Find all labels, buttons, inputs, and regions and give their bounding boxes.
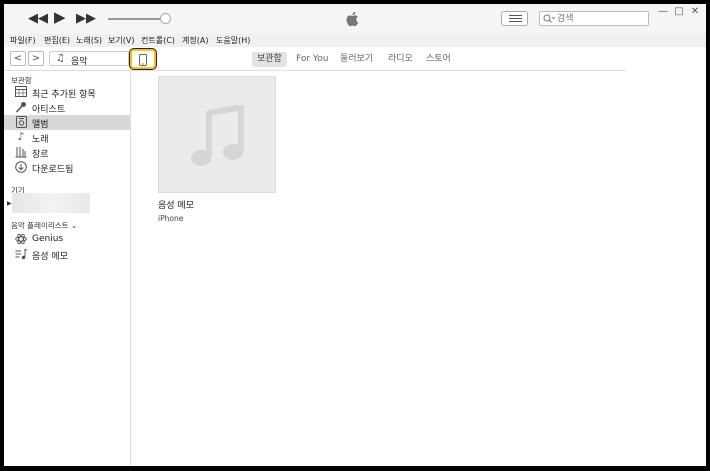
sidebar-item-genres[interactable]: 장르 (4, 145, 130, 160)
right-empty-area (626, 47, 706, 466)
disclosure-triangle-icon[interactable]: ▶ (7, 200, 12, 207)
menu-song[interactable]: 노래(S) (76, 35, 102, 46)
sidebar-item-albums[interactable]: 앨범 (4, 115, 130, 130)
iphone-icon (139, 54, 147, 66)
volume-knob[interactable] (160, 13, 171, 24)
album-art[interactable] (158, 76, 276, 193)
calendar-grid-icon (15, 86, 27, 98)
media-kind-label: 음악 (71, 57, 88, 67)
sidebar-item-label: 노래 (32, 135, 49, 145)
tab-for-you[interactable]: For You (291, 52, 333, 67)
menu-account[interactable]: 계정(A) (182, 35, 208, 46)
apple-logo-icon (346, 11, 359, 27)
sidebar-item-label: 앨범 (32, 120, 49, 130)
fast-forward-icon[interactable]: ▶▶ (76, 12, 96, 26)
main-content: 음성 메모 iPhone (132, 71, 626, 466)
playlist-note-icon (15, 248, 28, 260)
music-note-icon (191, 105, 244, 166)
tab-radio[interactable]: 라디오 (383, 52, 418, 67)
album-title[interactable]: 음성 메모 (158, 198, 276, 211)
sidebar-item-songs[interactable]: ♪ 노래 (4, 130, 130, 146)
sidebar-item-genius[interactable]: Genius (4, 232, 130, 247)
play-icon[interactable]: ▶ (54, 10, 66, 25)
sidebar-item-label: 다운로드됨 (32, 165, 74, 175)
menu-view[interactable]: 보기(V) (108, 35, 134, 46)
album-card[interactable]: 음성 메모 iPhone (158, 76, 276, 223)
close-button[interactable]: ✕ (688, 6, 702, 17)
device-entry-redacted[interactable] (12, 193, 90, 213)
album-subtitle: iPhone (158, 214, 184, 223)
download-icon (15, 161, 27, 173)
navigation-bar: < > ♫ 음악 보관함 For You 둘러보기 라디오 스토어 (4, 47, 626, 71)
tab-store[interactable]: 스토어 (421, 52, 456, 67)
sidebar-item-label: 음성 메모 (32, 252, 68, 262)
playlists-heading[interactable]: 음악 플레이리스트 ⌄ (11, 220, 77, 231)
itunes-window: ◀◀ ▶ ▶▶ — □ ✕ 파일(F) 편집(E) 노래(S) 보기(V) 컨트… (4, 4, 706, 466)
tab-library[interactable]: 보관함 (252, 52, 287, 67)
search-icon (543, 14, 555, 23)
sidebar-item-downloaded[interactable]: 다운로드됨 (4, 160, 130, 175)
sidebar: 보관함 최근 추가된 항목 아티스트 앨범 ♪ 노래 장르 다운로드됨 기기 ▶… (4, 71, 131, 466)
menu-controls[interactable]: 컨트롤(C) (141, 35, 175, 46)
menu-edit[interactable]: 편집(E) (44, 35, 70, 46)
menu-bar: 파일(F) 편집(E) 노래(S) 보기(V) 컨트롤(C) 계정(A) 도움말… (4, 34, 706, 47)
list-view-button[interactable] (501, 11, 528, 26)
music-note-icon: ♫ (56, 53, 65, 64)
search-field[interactable] (539, 11, 649, 26)
menu-file[interactable]: 파일(F) (10, 35, 36, 46)
maximize-button[interactable]: □ (672, 6, 686, 17)
sidebar-item-recently-added[interactable]: 최근 추가된 항목 (4, 85, 130, 100)
sidebar-item-label: 아티스트 (32, 105, 66, 115)
genius-atom-icon (15, 233, 27, 245)
minimize-button[interactable]: — (656, 6, 670, 17)
guitar-icon (15, 146, 27, 158)
sidebar-item-label: Genius (32, 234, 64, 244)
microphone-icon (15, 101, 27, 113)
rewind-icon[interactable]: ◀◀ (28, 12, 48, 26)
forward-button[interactable]: > (28, 51, 44, 66)
album-icon (15, 116, 27, 128)
titlebar: ◀◀ ▶ ▶▶ — □ ✕ (4, 4, 706, 34)
media-kind-select[interactable]: ♫ 음악 (49, 51, 129, 67)
sidebar-item-label: 최근 추가된 항목 (32, 90, 96, 100)
tab-browse[interactable]: 둘러보기 (335, 52, 378, 67)
sidebar-item-label: 장르 (32, 150, 49, 160)
back-button[interactable]: < (10, 51, 26, 66)
music-note-icon: ♪ (17, 130, 25, 143)
sidebar-item-voice-memos[interactable]: 음성 메모 (4, 247, 130, 262)
device-button[interactable] (130, 49, 156, 69)
sidebar-item-artists[interactable]: 아티스트 (4, 100, 130, 115)
search-input[interactable] (557, 12, 645, 25)
volume-slider[interactable] (108, 18, 166, 20)
menu-help[interactable]: 도움말(H) (216, 35, 250, 46)
